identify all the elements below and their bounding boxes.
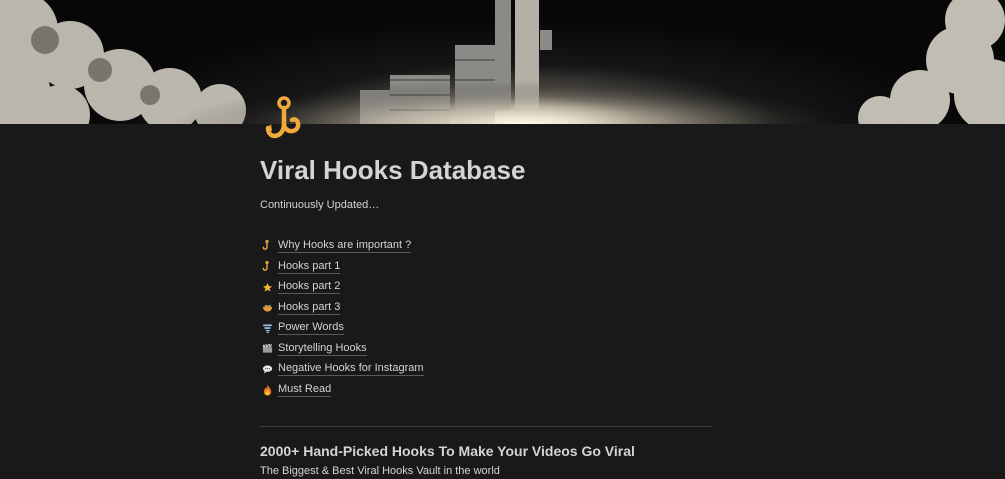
link-label[interactable]: Why Hooks are important ? — [278, 239, 412, 254]
page-subtitle: Continuously Updated… — [260, 199, 380, 211]
star-icon — [260, 280, 274, 294]
hook-icon — [260, 239, 274, 253]
hook-icon — [265, 96, 301, 138]
link-hooks-part-2[interactable]: Hooks part 2 — [260, 277, 424, 298]
link-label[interactable]: Storytelling Hooks — [278, 342, 367, 356]
tornado-icon — [260, 321, 274, 335]
bowl-icon — [260, 301, 274, 315]
cover-image — [0, 0, 1005, 124]
link-label[interactable]: Hooks part 2 — [278, 280, 341, 295]
link-hooks-part-3[interactable]: Hooks part 3 — [260, 298, 424, 319]
link-label[interactable]: Power Words — [278, 321, 344, 336]
link-why-hooks[interactable]: Why Hooks are important ? — [260, 236, 424, 257]
link-must-read[interactable]: Must Read — [260, 380, 424, 401]
section-subheading: The Biggest & Best Viral Hooks Vault in … — [260, 465, 500, 477]
link-power-words[interactable]: Power Words — [260, 318, 424, 339]
link-negative-hooks[interactable]: Negative Hooks for Instagram — [260, 359, 424, 380]
link-label[interactable]: Hooks part 3 — [278, 301, 341, 315]
link-label[interactable]: Hooks part 1 — [278, 260, 341, 274]
link-list: Why Hooks are important ? Hooks part 1 H… — [260, 236, 424, 400]
shuttle-launch-illustration — [0, 0, 1005, 124]
page-title: Viral Hooks Database — [260, 155, 526, 185]
fire-icon — [260, 383, 274, 397]
link-hooks-part-1[interactable]: Hooks part 1 — [260, 257, 424, 278]
section-heading: 2000+ Hand-Picked Hooks To Make Your Vid… — [260, 443, 635, 459]
speech-bubble-icon — [260, 362, 274, 376]
clapperboard-icon — [260, 342, 274, 356]
hook-icon — [260, 260, 274, 274]
link-label[interactable]: Negative Hooks for Instagram — [278, 362, 424, 377]
link-storytelling-hooks[interactable]: Storytelling Hooks — [260, 339, 424, 360]
divider — [259, 426, 712, 427]
link-label[interactable]: Must Read — [278, 383, 332, 397]
